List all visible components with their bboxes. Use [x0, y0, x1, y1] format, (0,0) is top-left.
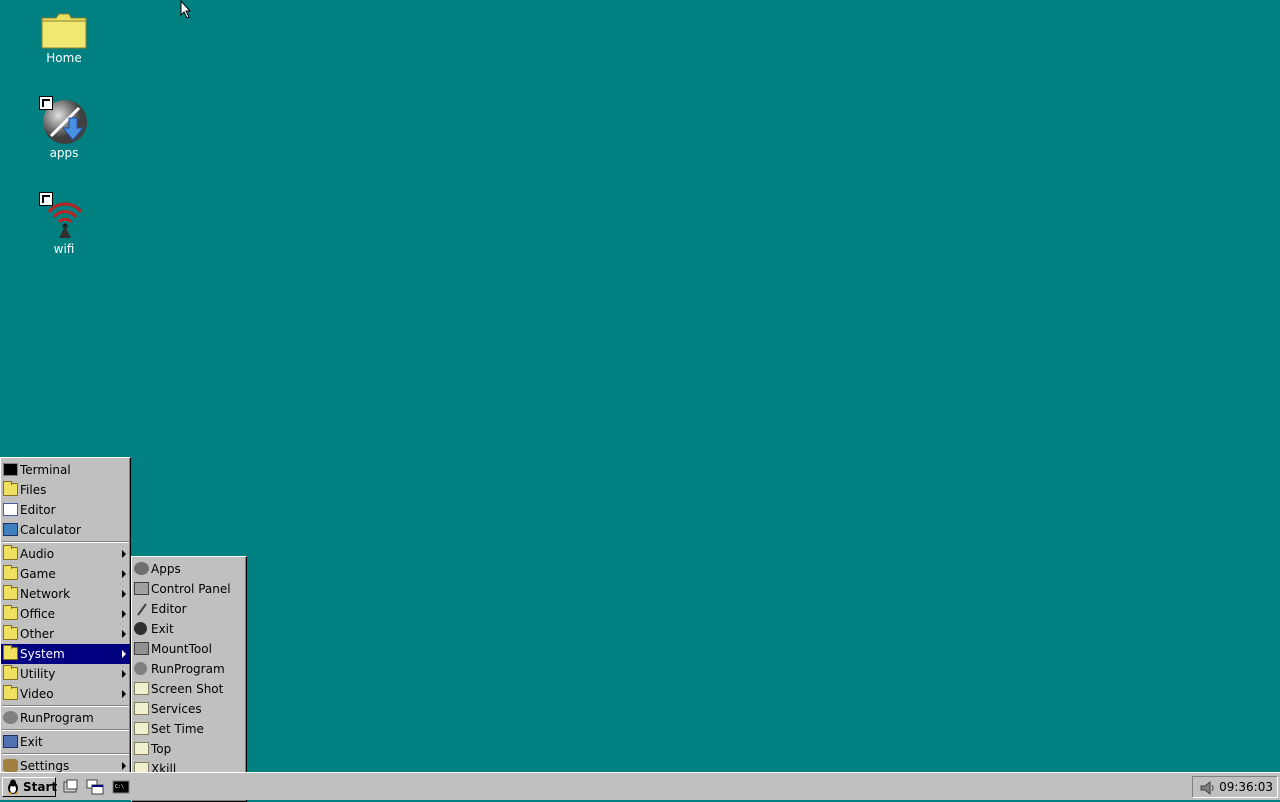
submenu-item-set-time[interactable]: Set Time [132, 719, 246, 739]
pen-icon [134, 602, 149, 616]
menu-item-files[interactable]: Files [1, 480, 130, 500]
shortcut-arrow-icon [39, 96, 53, 110]
submenu-item-runprogram[interactable]: RunProgram [132, 659, 246, 679]
shortcut-arrow-icon [39, 192, 53, 206]
terminal-icon [3, 463, 18, 476]
script-icon [134, 702, 149, 715]
script-icon [134, 682, 149, 695]
calculator-icon [3, 523, 18, 536]
desktop-icon-home[interactable]: Home [24, 10, 104, 65]
taskbar: Start C:\ 09:36:03 [0, 772, 1280, 800]
desktop-icon-label: Home [46, 51, 82, 65]
submenu-arrow-icon [122, 630, 126, 638]
script-icon [134, 742, 149, 755]
desktop-icon-apps[interactable]: apps [24, 96, 104, 160]
menu-separator [2, 753, 129, 755]
folder-icon [3, 585, 18, 600]
mount-icon [134, 642, 149, 655]
quicklaunch-windows-icon[interactable] [86, 779, 104, 795]
folder-icon [3, 685, 18, 700]
menu-item-other[interactable]: Other [1, 624, 130, 644]
script-icon [134, 722, 149, 735]
exit-icon [3, 735, 18, 748]
menu-item-video[interactable]: Video [1, 684, 130, 704]
folder-icon [3, 625, 18, 640]
menu-item-editor[interactable]: Editor [1, 500, 130, 520]
folder-icon [3, 481, 18, 496]
menu-item-office[interactable]: Office [1, 604, 130, 624]
submenu-arrow-icon [122, 762, 126, 770]
submenu-item-editor[interactable]: Editor [132, 599, 246, 619]
submenu-item-exit[interactable]: Exit [132, 619, 246, 639]
menu-item-network[interactable]: Network [1, 584, 130, 604]
penguin-icon [8, 779, 18, 794]
folder-icon [3, 565, 18, 580]
speaker-icon[interactable] [1199, 780, 1217, 796]
mouse-cursor-icon [180, 0, 192, 19]
run-icon [134, 662, 147, 675]
folder-icon [41, 13, 87, 49]
submenu-arrow-icon [122, 670, 126, 678]
settings-icon [3, 759, 18, 772]
submenu-arrow-icon [122, 650, 126, 658]
menu-item-runprogram[interactable]: RunProgram [1, 708, 130, 728]
start-button[interactable]: Start [2, 777, 58, 797]
menu-item-system[interactable]: System [1, 644, 130, 664]
submenu-item-services[interactable]: Services [132, 699, 246, 719]
menu-item-utility[interactable]: Utility [1, 664, 130, 684]
folder-icon [3, 545, 18, 560]
menu-item-audio[interactable]: Audio [1, 544, 130, 564]
menu-item-exit[interactable]: Exit [1, 732, 130, 752]
menu-separator [2, 729, 129, 731]
desktop-icon-label: apps [49, 146, 79, 160]
menu-item-terminal[interactable]: Terminal [1, 460, 130, 480]
clock[interactable]: 09:36:03 [1219, 780, 1273, 794]
submenu-item-control-panel[interactable]: Control Panel [132, 579, 246, 599]
desktop-icon-label: wifi [53, 242, 75, 256]
menu-item-calculator[interactable]: Calculator [1, 520, 130, 540]
submenu-item-screen-shot[interactable]: Screen Shot [132, 679, 246, 699]
control-panel-icon [134, 582, 149, 595]
menu-separator [2, 705, 129, 707]
menu-item-game[interactable]: Game [1, 564, 130, 584]
system-tray: 09:36:03 [1192, 776, 1278, 798]
start-menu: Terminal Files Editor Calculator Audio G… [0, 457, 131, 779]
apps-icon [134, 562, 149, 575]
folder-icon [3, 605, 18, 620]
system-submenu: Apps Control Panel Editor Exit MountTool… [131, 556, 247, 802]
submenu-arrow-icon [122, 570, 126, 578]
submenu-item-mounttool[interactable]: MountTool [132, 639, 246, 659]
quicklaunch-terminal-icon[interactable]: C:\ [112, 779, 130, 795]
submenu-arrow-icon [122, 610, 126, 618]
quicklaunch-files-icon[interactable] [62, 779, 80, 795]
folder-icon [3, 645, 18, 660]
desktop-icon-wifi[interactable]: wifi [24, 192, 104, 256]
submenu-item-top[interactable]: Top [132, 739, 246, 759]
power-icon [134, 622, 147, 635]
folder-icon [3, 665, 18, 680]
submenu-arrow-icon [122, 690, 126, 698]
svg-text:C:\: C:\ [115, 784, 124, 790]
start-label: Start [23, 780, 58, 794]
menu-separator [2, 541, 129, 543]
submenu-arrow-icon [122, 590, 126, 598]
editor-icon [3, 503, 18, 516]
submenu-item-apps[interactable]: Apps [132, 559, 246, 579]
submenu-arrow-icon [122, 550, 126, 558]
run-icon [3, 711, 18, 724]
